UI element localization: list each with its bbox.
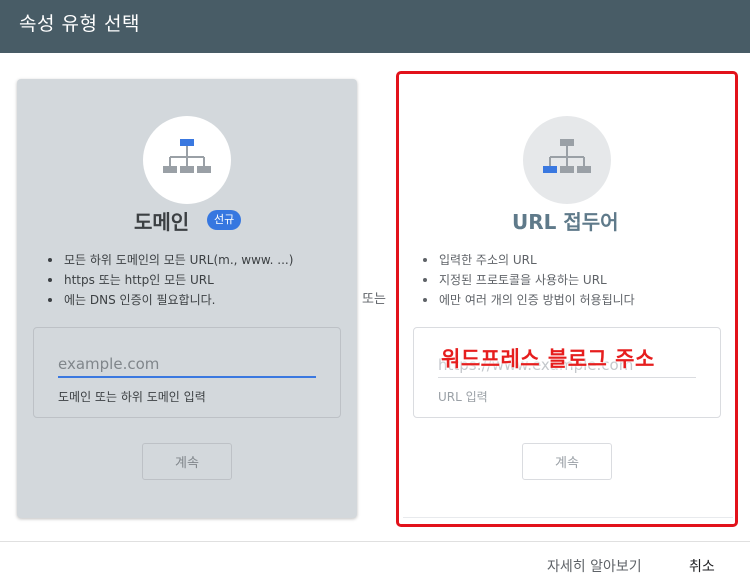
domain-feature-list: 모든 하위 도메인의 모든 URL(m., www. ...) https 또는… bbox=[45, 250, 293, 310]
new-badge: 선규 bbox=[207, 210, 242, 230]
domain-card-title: 도메인 bbox=[134, 210, 190, 234]
list-item: 모든 하위 도메인의 모든 URL(m., www. ...) bbox=[45, 250, 293, 270]
learn-more-button[interactable]: 자세히 알아보기 bbox=[547, 556, 642, 576]
url-card-title: URL 접두어 bbox=[512, 210, 619, 234]
url-feature-list: 입력한 주소의 URL 지정된 프로토콜을 사용하는 URL 에만 여러 개의 … bbox=[420, 250, 635, 310]
url-continue-button[interactable]: 계속 bbox=[522, 443, 612, 480]
card-divider bbox=[403, 517, 733, 518]
url-input-helper: URL 입력 bbox=[438, 390, 488, 404]
url-icon-circle bbox=[523, 116, 611, 204]
footer-divider bbox=[0, 541, 750, 542]
domain-continue-button[interactable]: 계속 bbox=[142, 443, 232, 480]
list-item: 에만 여러 개의 인증 방법이 허용됩니다 bbox=[420, 290, 635, 310]
domain-icon-circle bbox=[143, 116, 231, 204]
or-separator: 또는 bbox=[362, 292, 386, 307]
list-item: https 또는 http인 모든 URL bbox=[45, 270, 293, 290]
cancel-button[interactable]: 취소 bbox=[689, 556, 715, 576]
domain-input[interactable] bbox=[58, 352, 316, 378]
sitemap-icon bbox=[163, 139, 211, 173]
annotation-overlay-text: 워드프레스 블로그 주소 bbox=[441, 347, 655, 371]
dialog-header: 속성 유형 선택 bbox=[0, 0, 750, 53]
list-item: 입력한 주소의 URL bbox=[420, 250, 635, 270]
domain-input-helper: 도메인 또는 하위 도메인 입력 bbox=[58, 390, 206, 404]
sitemap-icon bbox=[543, 139, 591, 173]
list-item: 지정된 프로토콜을 사용하는 URL bbox=[420, 270, 635, 290]
dialog-title: 속성 유형 선택 bbox=[19, 13, 140, 35]
list-item: 에는 DNS 인증이 필요합니다. bbox=[45, 290, 293, 310]
